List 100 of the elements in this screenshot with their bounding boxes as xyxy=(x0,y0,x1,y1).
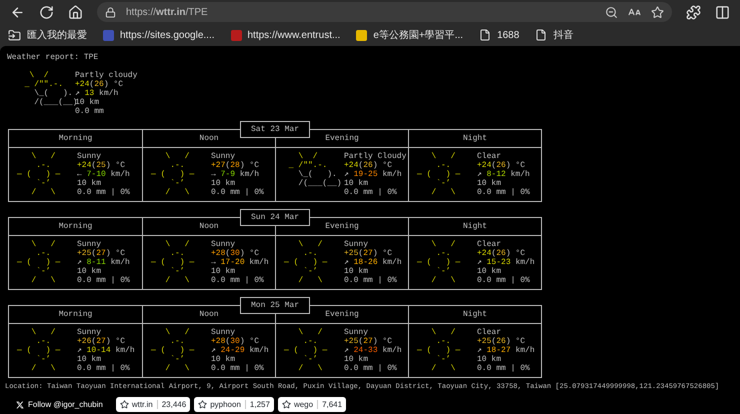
weather-detail: 10 km xyxy=(77,267,102,276)
ascii-art-line: `-’ xyxy=(170,355,185,364)
weather-detail: 0.0 mm xyxy=(75,107,104,116)
period-header: Night xyxy=(462,310,487,319)
period-header: Evening xyxy=(325,310,359,319)
weather-detail: 0.0 mm | 0% xyxy=(344,188,397,197)
weather-detail: +24(26) °C xyxy=(477,161,526,170)
bookmark[interactable]: 匯入我的最愛 xyxy=(4,26,91,44)
date-label: Sat 23 Mar xyxy=(240,121,310,138)
ascii-art-line: / \ xyxy=(430,188,456,197)
bookmark[interactable]: e等公務園+學習平... xyxy=(352,26,468,44)
weather-detail: 0.0 mm | 0% xyxy=(211,364,264,373)
weather-detail: 0.0 mm | 0% xyxy=(211,276,264,285)
ascii-art-line: / \ xyxy=(164,188,190,197)
github-star-button[interactable]: pyphoon 1,257 xyxy=(194,397,274,412)
weather-detail: +24(26) °C xyxy=(75,80,124,89)
star-icon xyxy=(120,400,129,409)
date-label: Sun 24 Mar xyxy=(240,209,310,226)
home-icon[interactable] xyxy=(68,4,83,20)
ascii-art-line: .-. xyxy=(169,337,185,346)
refresh-icon[interactable] xyxy=(39,4,54,20)
period-header: Evening xyxy=(325,222,359,231)
weather-detail: Partly cloudy xyxy=(75,71,138,80)
star-icon xyxy=(282,400,291,409)
period-header: Noon xyxy=(199,310,219,319)
weather-detail: Clear xyxy=(477,328,502,337)
ascii-art-line: ― ( ) ― xyxy=(417,170,460,179)
weather-detail: +25(27) °C xyxy=(344,337,392,346)
ascii-art-line: / \ xyxy=(297,276,322,285)
weather-detail: +28(30) °C xyxy=(211,249,260,258)
weather-detail: Clear xyxy=(477,240,502,249)
ascii-art-line: \ / xyxy=(30,152,56,161)
ascii-art-line: \ / xyxy=(164,328,190,337)
weather-detail: 0.0 mm | 0% xyxy=(477,276,530,285)
ascii-art-line: / \ xyxy=(30,276,56,285)
ascii-art-line: \ / xyxy=(430,240,456,249)
address-bar[interactable]: https://wttr.in/TPE xyxy=(97,2,672,22)
ascii-art-line: ― ( ) ― xyxy=(284,346,328,355)
ascii-art-line: / \ xyxy=(164,276,190,285)
ascii-art-line: .-. xyxy=(35,337,51,346)
github-star-button[interactable]: wego 7,641 xyxy=(278,397,346,412)
ascii-art-line: \ / xyxy=(297,152,318,161)
weather-detail: ↗ 24-33 km/h xyxy=(344,346,402,355)
ascii-art-line: / \ xyxy=(30,188,56,197)
weather-detail: +24(26) °C xyxy=(344,161,392,170)
ascii-art-line: `-’ xyxy=(36,267,51,276)
weather-detail: +24(25) °C xyxy=(77,161,126,170)
github-star-button[interactable]: wttr.in 23,446 xyxy=(116,397,190,412)
period-header: Morning xyxy=(58,222,92,231)
split-screen-icon[interactable] xyxy=(715,4,730,20)
period-header: Night xyxy=(462,222,487,231)
ascii-art-line: `-’ xyxy=(303,355,318,364)
period-header: Noon xyxy=(199,222,219,231)
bookmark[interactable]: https://www.entrust... xyxy=(226,26,344,44)
ascii-art-line: \ / xyxy=(28,71,49,80)
bookmark[interactable]: 抖音 xyxy=(531,26,578,44)
ascii-art-line: .-. xyxy=(435,249,451,258)
report-title: Weather report: TPE xyxy=(7,53,98,62)
folder-icon xyxy=(8,28,21,42)
weather-detail: 10 km xyxy=(77,355,102,364)
weather-detail: Clear xyxy=(477,152,502,161)
weather-detail: 0.0 mm | 0% xyxy=(477,188,530,197)
weather-detail: → 7-9 km/h xyxy=(211,170,260,179)
weather-detail: 10 km xyxy=(477,179,502,188)
ascii-art-line: .-. xyxy=(302,337,318,346)
repo-name: wego xyxy=(294,400,314,409)
ascii-art-line: \ / xyxy=(430,328,456,337)
weather-detail: +28(30) °C xyxy=(211,337,260,346)
ascii-art-line: \ / xyxy=(430,152,456,161)
ascii-art-line: _ /"".-. xyxy=(288,161,328,170)
weather-detail: 10 km xyxy=(211,355,236,364)
star-icon xyxy=(198,400,208,409)
ascii-art-line: / \ xyxy=(430,364,456,373)
favorite-star-icon[interactable] xyxy=(651,6,664,18)
weather-detail: Sunny xyxy=(77,240,102,249)
ascii-art-line: / \ xyxy=(430,276,456,285)
bookmark[interactable]: 1688 xyxy=(475,26,524,44)
weather-detail: ↗ 19-25 km/h xyxy=(344,170,402,179)
weather-detail: +27(28) °C xyxy=(211,161,260,170)
bookmark[interactable]: https://sites.google.... xyxy=(99,26,218,44)
weather-detail: Sunny xyxy=(344,328,368,337)
page-icon xyxy=(535,29,548,41)
ascii-art-line: ― ( ) ― xyxy=(284,258,328,267)
back-icon[interactable] xyxy=(10,4,25,20)
page-icon xyxy=(479,29,492,41)
weather-detail: 0.0 mm | 0% xyxy=(477,364,530,373)
ascii-art-line: /(___(__) xyxy=(33,98,78,107)
weather-detail: 10 km xyxy=(344,267,368,276)
ascii-art-line: `-’ xyxy=(36,179,51,188)
weather-detail: Sunny xyxy=(211,328,236,337)
ascii-art-line: ― ( ) ― xyxy=(151,170,194,179)
follow-link[interactable]: Follow @igor_chubin xyxy=(13,397,106,412)
ascii-art-line: / \ xyxy=(164,364,190,373)
ascii-art-line: ― ( ) ― xyxy=(17,258,60,267)
ascii-art-line: ― ( ) ― xyxy=(17,170,60,179)
ascii-art-line: .-. xyxy=(302,249,318,258)
zoom-out-icon[interactable] xyxy=(605,6,618,18)
extensions-icon[interactable] xyxy=(686,4,701,20)
weather-detail: 10 km xyxy=(211,267,236,276)
ascii-art-line: .-. xyxy=(35,161,51,170)
